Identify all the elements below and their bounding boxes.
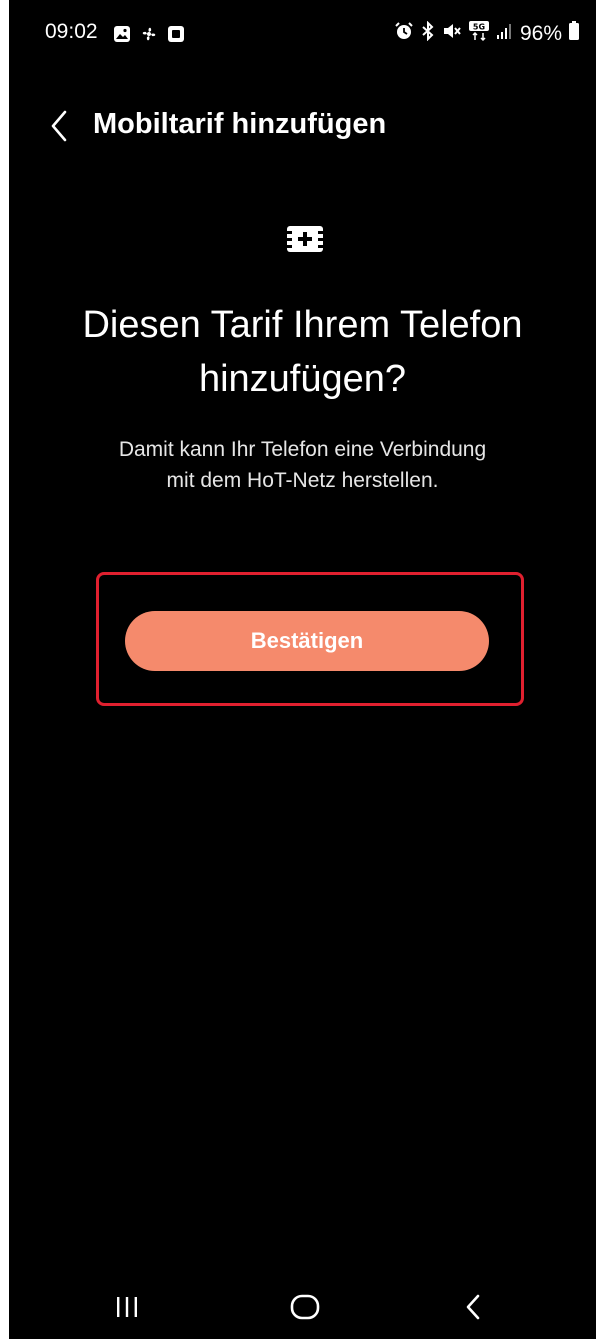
signal-icon: [496, 22, 514, 46]
chevron-left-icon: [51, 110, 67, 142]
nav-bar: [9, 1276, 596, 1339]
page-title: Mobiltarif hinzufügen: [93, 108, 387, 140]
fan-icon: [139, 24, 159, 49]
home-icon: [290, 1294, 320, 1320]
square-icon: [167, 25, 185, 48]
recent-apps-icon: [117, 1297, 137, 1317]
alarm-icon: [394, 21, 414, 47]
sim-add-icon: [285, 224, 325, 254]
status-left-icons: [113, 24, 185, 49]
status-time: 09:02: [45, 20, 98, 43]
battery-icon: [568, 21, 580, 47]
battery-percent: 96%: [519, 22, 562, 45]
home-button[interactable]: [285, 1290, 325, 1324]
status-right: 5G 96%: [394, 20, 580, 48]
svg-text:5G: 5G: [473, 23, 485, 32]
network-5g-icon: 5G: [468, 20, 490, 48]
recent-apps-button[interactable]: [107, 1290, 147, 1324]
screen: 09:02 5G 96% Mobiltarif hinzufügen Diese…: [9, 0, 596, 1339]
mute-icon: [442, 21, 462, 47]
description: Damit kann Ihr Telefon eine Verbindung m…: [9, 434, 596, 496]
confirm-button[interactable]: Bestätigen: [125, 611, 489, 671]
description-line-1: Damit kann Ihr Telefon eine Verbindung: [118, 438, 487, 461]
gallery-icon: [113, 25, 131, 48]
headline-line-2: hinzufügen?: [198, 358, 407, 400]
nav-back-button[interactable]: [454, 1290, 494, 1324]
back-icon: [466, 1294, 480, 1320]
bluetooth-icon: [420, 20, 436, 47]
back-button[interactable]: [39, 104, 79, 148]
status-bar: 09:02 5G 96%: [9, 0, 596, 66]
headline: Diesen Tarif Ihrem Telefon hinzufügen?: [9, 298, 596, 406]
headline-line-1: Diesen Tarif Ihrem Telefon: [82, 304, 523, 346]
description-line-2: mit dem HoT-Netz herstellen.: [166, 469, 439, 492]
